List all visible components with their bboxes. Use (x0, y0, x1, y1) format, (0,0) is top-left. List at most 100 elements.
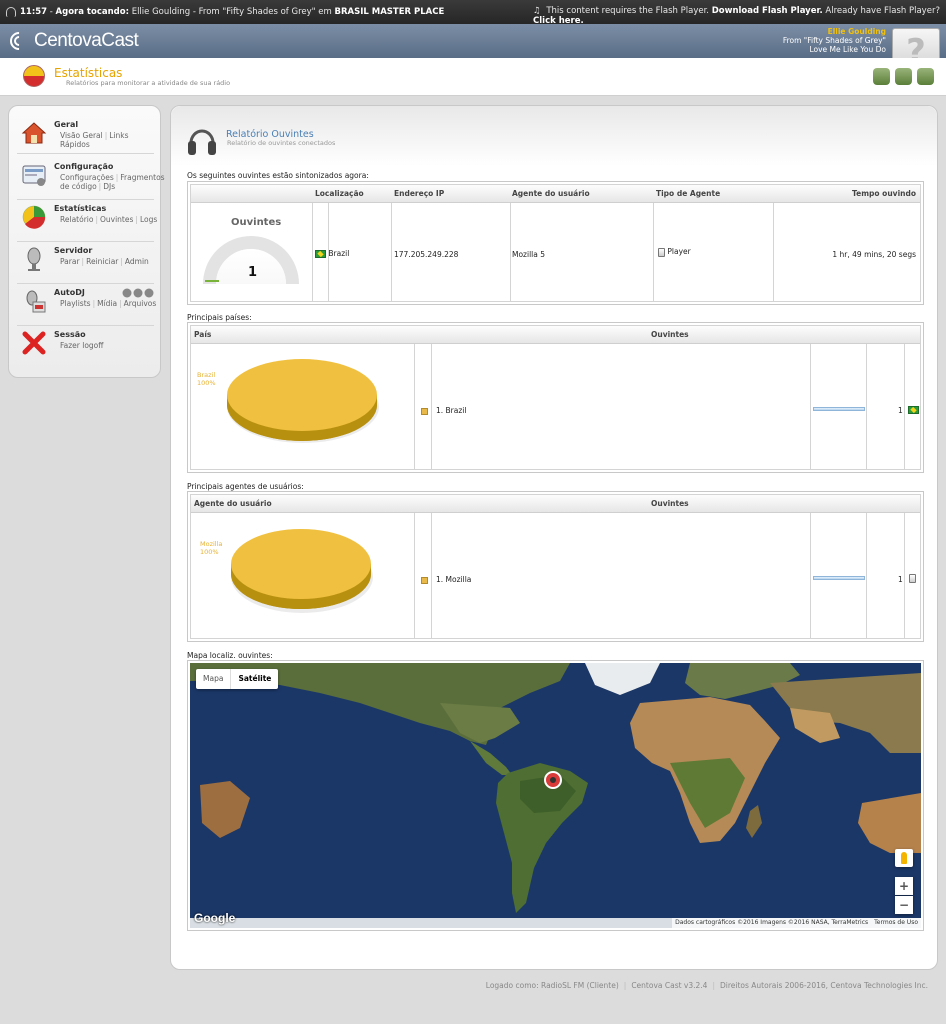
zoom-in-button[interactable]: + (895, 877, 913, 895)
microphone-icon (27, 247, 41, 271)
flash-have-text: Already have Flash Player? (825, 6, 940, 16)
listener-agent: Mozilla 5 (512, 250, 545, 259)
autodj-controls-icon[interactable] (122, 288, 154, 298)
pie-slice-mozilla (231, 529, 371, 599)
location-text: Brazil (328, 249, 350, 258)
pie-label-pct: 100% (197, 379, 216, 387)
map-caption: Mapa localiz. ouvintes: (187, 651, 273, 660)
statistics-pie-icon (23, 65, 45, 87)
sidebar-item-servidor[interactable]: Servidor Parar | Reiniciar | Admin (19, 244, 154, 284)
sidebar-link-parar[interactable]: Parar (60, 257, 80, 266)
listener-map-marker[interactable] (544, 771, 562, 789)
sidebar-item-label: Configuração (54, 162, 114, 171)
gauge-title: Ouvintes (231, 217, 282, 228)
sidebar-link-visao-geral[interactable]: Visão Geral (60, 131, 103, 140)
now-playing-label: Agora tocando: (55, 7, 129, 17)
tab-map[interactable]: Mapa (196, 669, 230, 689)
listener-agent-type: Player (658, 247, 691, 257)
config-icon (22, 165, 46, 186)
pie-label-name: Brazil (197, 371, 216, 379)
tab-satellite[interactable]: Satélite (230, 669, 278, 689)
player-icon (658, 247, 665, 257)
headphones-icon (6, 7, 16, 17)
sidebar-item-label: AutoDJ (54, 288, 85, 297)
report-subtitle: Relatório de ouvintes conectados (227, 139, 336, 147)
world-map-satellite (190, 663, 921, 928)
country-flag (908, 405, 919, 414)
sidebar-item-label: Geral (54, 120, 79, 129)
pie-label-pct: 100% (200, 548, 219, 556)
sidebar-link-arquivos[interactable]: Arquivos (124, 299, 157, 308)
tool-refresh-icon[interactable] (917, 68, 934, 85)
music-note-icon: ♫ (533, 6, 541, 16)
sidebar-link-playlists[interactable]: Playlists (60, 299, 91, 308)
map-type-tabs: Mapa Satélite (196, 669, 279, 689)
sidebar-link-midia[interactable]: Mídia (97, 299, 117, 308)
tool-tools-icon[interactable] (895, 68, 912, 85)
col-localizacao[interactable]: Localização (315, 185, 364, 203)
listeners-caption: Os seguintes ouvintes estão sintonizados… (187, 171, 369, 180)
country-swatch (421, 406, 433, 415)
app-header: CentovaCast Ellie Goulding From "Fifty S… (0, 24, 946, 76)
sidebar-link-djs[interactable]: DJs (103, 182, 115, 191)
tool-edit-icon[interactable] (873, 68, 890, 85)
listener-ip: 177.205.249.228 (394, 250, 459, 259)
sidebar-item-autodj[interactable]: AutoDJ Playlists | Mídia | Arquivos (19, 286, 157, 326)
col-endereco-ip[interactable]: Endereço IP (394, 185, 444, 203)
pie-label-brazil: Brazil 100% (197, 371, 216, 387)
zoom-out-button[interactable]: − (895, 896, 913, 914)
player-icon (909, 573, 916, 583)
agent-type-text: Player (667, 247, 691, 256)
gauge-value: 1 (248, 265, 258, 280)
col-ouvintes[interactable]: Ouvintes (651, 326, 689, 344)
google-logo[interactable]: Google (194, 911, 235, 925)
now-playing-track: Ellie Goulding - From "Fifty Shades of G… (131, 7, 332, 17)
sidebar-link-logoff[interactable]: Fazer logoff (60, 341, 103, 350)
house-icon (21, 122, 47, 144)
col-tempo-ouvindo[interactable]: Tempo ouvindo (852, 185, 916, 203)
col-agente[interactable]: Agente do usuário (194, 495, 272, 513)
track-artist: Ellie Goulding (827, 27, 886, 36)
agent-player-icon-cell (909, 573, 916, 583)
sidebar-item-sessao[interactable]: Sessão Fazer logoff (19, 328, 154, 368)
col-tipo-agente[interactable]: Tipo de Agente (656, 185, 720, 203)
sidebar-link-reiniciar[interactable]: Reiniciar (86, 257, 118, 266)
broadcast-waves-icon (6, 28, 32, 54)
page-title: Estatísticas (54, 66, 123, 80)
agent-count: 1 (898, 575, 903, 584)
sidebar-item-estatisticas[interactable]: Estatísticas Relatório | Ouvintes | Logs (19, 202, 157, 242)
agents-pie-chart (231, 529, 373, 613)
sidebar-link-configuracoes[interactable]: Configurações (60, 173, 114, 182)
clock-time: 11:57 (20, 7, 48, 17)
agent-swatch (421, 575, 433, 584)
sidebar-item-configuracao[interactable]: Configuração Configurações | Fragmentos de… (19, 160, 165, 200)
sidebar-link-logs[interactable]: Logs (140, 215, 157, 224)
map-terms-link[interactable]: Termos de Uso (874, 918, 918, 928)
sidebar-item-label: Estatísticas (54, 204, 107, 213)
street-view-pegman-icon[interactable] (895, 849, 913, 867)
sidebar-link-ouvintes[interactable]: Ouvintes (100, 215, 133, 224)
map-data-credit: Dados cartográficos ©2016 Imagens ©2016 … (675, 919, 869, 926)
col-ouvintes-agent[interactable]: Ouvintes (651, 495, 689, 513)
pie-chart-icon (22, 205, 46, 229)
sidebar-link-relatorio[interactable]: Relatório (60, 215, 93, 224)
countries-table: País Ouvintes Brazil 100% 1. Brazil 1 (187, 322, 924, 473)
col-agente-usuario[interactable]: Agente do usuário (512, 185, 590, 203)
headphones-icon (188, 129, 216, 155)
track-from: From "Fifty Shades of Grey" (782, 36, 886, 45)
logo-text: CentovaCast (34, 30, 139, 51)
download-flash-link[interactable]: Download Flash Player. (712, 6, 823, 16)
listener-map[interactable]: Mapa Satélite + − Google Dados cartográf… (190, 663, 921, 928)
sidebar-item-geral[interactable]: Geral Visão Geral | Links Rápidos (19, 118, 154, 158)
logged-in-as: Logado como: RadioSL FM (Cliente) (485, 981, 619, 990)
centova-logo[interactable]: CentovaCast (6, 28, 139, 54)
pie-label-mozilla: Mozilla 100% (200, 540, 222, 556)
sidebar-link-admin[interactable]: Admin (125, 257, 149, 266)
agents-caption: Principais agentes de usuários: (187, 482, 304, 491)
col-pais[interactable]: País (194, 326, 211, 344)
page-subtitle: Relatórios para monitorar a atividade de… (66, 79, 231, 87)
countries-caption: Principais países: (187, 313, 252, 322)
flash-required-text: This content requires the Flash Player. (546, 6, 709, 16)
pie-slice-brazil (227, 359, 377, 431)
map-box: Mapa Satélite + − Google Dados cartográf… (187, 660, 924, 931)
